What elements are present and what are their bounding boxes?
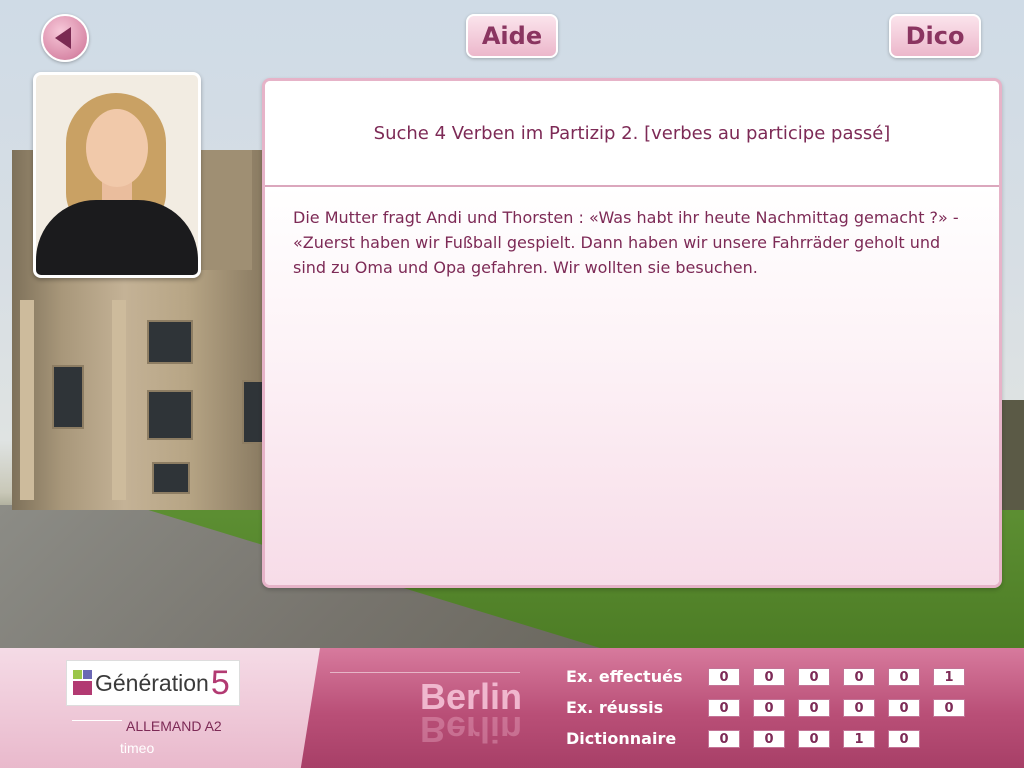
digit-cell: 0: [843, 699, 875, 717]
divider: [72, 720, 122, 721]
digit-cell: 0: [798, 668, 830, 686]
help-button[interactable]: Aide: [466, 14, 558, 58]
digit-cell: 0: [933, 699, 965, 717]
digit-cell: 0: [753, 730, 785, 748]
building-door: [152, 462, 190, 494]
building-window: [147, 320, 193, 364]
dictionary-button[interactable]: Dico: [889, 14, 981, 58]
logo-square-green: [73, 670, 82, 679]
digit-cell: 0: [888, 699, 920, 717]
digit-cell: 0: [708, 699, 740, 717]
footer-bar: Génération 5 ALLEMAND A2 timeo Berlin Be…: [0, 648, 1024, 768]
building-window: [52, 365, 84, 429]
digit-cell: 0: [798, 730, 830, 748]
digit-cell: 0: [843, 668, 875, 686]
avatar-body: [36, 200, 198, 275]
building-column: [112, 300, 126, 500]
triangle-left-icon: [55, 27, 71, 49]
back-button[interactable]: [41, 14, 89, 62]
exercise-panel: Suche 4 Verben im Partizip 2. [verbes au…: [262, 78, 1002, 588]
stat-row-dictionary: 0 0 0 1 0: [708, 730, 920, 748]
city-title-reflection: Berlin: [420, 709, 523, 750]
stat-label-success: Ex. réussis: [566, 698, 664, 717]
digit-cell: 1: [933, 668, 965, 686]
digit-cell: 1: [843, 730, 875, 748]
course-level: ALLEMAND A2: [126, 718, 222, 734]
digit-cell: 0: [753, 668, 785, 686]
digit-cell: 0: [888, 668, 920, 686]
logo-number: 5: [210, 663, 230, 702]
logo-square-purple: [83, 670, 92, 679]
building-window: [147, 390, 193, 440]
exercise-instruction: Suche 4 Verben im Partizip 2. [verbes au…: [265, 81, 999, 187]
stat-label-dictionary: Dictionnaire: [566, 729, 677, 748]
digit-cell: 0: [753, 699, 785, 717]
building-column: [20, 300, 34, 500]
stat-row-success: 0 0 0 0 0 0: [708, 699, 965, 717]
logo-square-pink: [73, 681, 92, 695]
generation5-logo: Génération 5: [66, 660, 240, 706]
footer-branding-area: Génération 5 ALLEMAND A2 timeo: [0, 648, 320, 768]
stat-label-done: Ex. effectués: [566, 667, 683, 686]
digit-cell: 0: [708, 668, 740, 686]
digit-cell: 0: [888, 730, 920, 748]
logo-text: Génération: [95, 669, 209, 696]
publisher-brand: timeo: [120, 740, 155, 756]
building-tower: [194, 150, 252, 270]
stat-row-done: 0 0 0 0 0 1: [708, 668, 965, 686]
avatar-face: [86, 109, 148, 187]
divider: [330, 672, 520, 673]
digit-cell: 0: [798, 699, 830, 717]
exercise-text[interactable]: Die Mutter fragt Andi und Thorsten : «Wa…: [265, 187, 999, 585]
student-avatar: [33, 72, 201, 278]
digit-cell: 0: [708, 730, 740, 748]
